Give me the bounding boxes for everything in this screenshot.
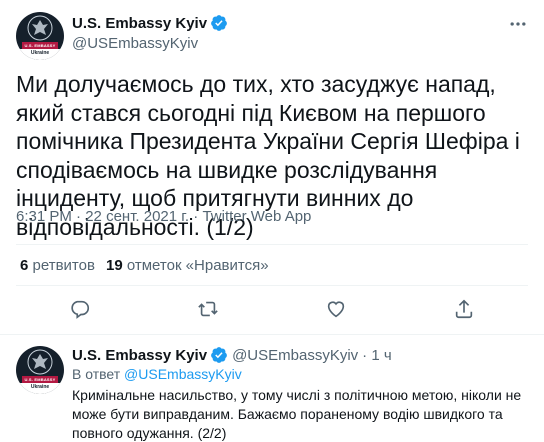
reply-author-handle[interactable]: @USEmbassyKyiv bbox=[232, 347, 358, 364]
reply-author-display-name[interactable]: U.S. Embassy Kyiv bbox=[72, 347, 207, 364]
tweet-meta: 6:31 PM · 22 сент. 2021 г. · Twitter Web… bbox=[16, 208, 311, 225]
meta-separator: · bbox=[189, 208, 203, 225]
retweets-stat[interactable]: 6 ретвитов bbox=[20, 257, 95, 274]
reply-tweet[interactable]: U.S. EMBASSY Ukraine U.S. Embassy Kyiv @… bbox=[0, 336, 544, 442]
reply-button[interactable] bbox=[63, 292, 97, 326]
more-options-button[interactable] bbox=[506, 12, 530, 36]
avatar-name-band: U.S. EMBASSY bbox=[22, 376, 58, 383]
main-tweet: U.S. EMBASSY Ukraine U.S. Embassy Kyiv @… bbox=[0, 0, 544, 335]
likes-count: 19 bbox=[106, 257, 123, 274]
like-button[interactable] bbox=[319, 292, 353, 326]
author-display-name[interactable]: U.S. Embassy Kyiv bbox=[72, 15, 207, 32]
in-reply-to: В ответ @USEmbassyKyiv bbox=[72, 366, 242, 382]
reply-icon bbox=[71, 300, 90, 319]
reply-author-avatar[interactable]: U.S. EMBASSY Ukraine bbox=[16, 346, 64, 394]
in-reply-prefix: В ответ bbox=[72, 366, 121, 382]
author-avatar[interactable]: U.S. EMBASSY Ukraine bbox=[16, 12, 64, 60]
verified-badge-icon bbox=[211, 15, 227, 31]
retweet-icon bbox=[198, 301, 218, 317]
avatar-name-band: U.S. EMBASSY bbox=[22, 42, 58, 49]
avatar-country-label: Ukraine bbox=[16, 49, 64, 60]
likes-label: отметок «Нравится» bbox=[126, 257, 269, 274]
reply-time-ago[interactable]: · 1 ч bbox=[362, 347, 392, 364]
in-reply-mention-link[interactable]: @USEmbassyKyiv bbox=[124, 366, 242, 382]
reply-text: Кримінальне насильство, у тому числі з п… bbox=[72, 387, 522, 441]
retweets-count: 6 bbox=[20, 257, 29, 274]
meta-separator: · bbox=[71, 208, 86, 225]
author-info: U.S. Embassy Kyiv @USEmbassyKyiv bbox=[72, 13, 228, 52]
more-options-icon bbox=[510, 22, 526, 26]
divider bbox=[16, 285, 528, 286]
embassy-seal-icon bbox=[27, 15, 53, 41]
likes-stat[interactable]: 19 отметок «Нравится» bbox=[106, 257, 269, 274]
share-icon bbox=[455, 299, 473, 319]
retweets-label: ретвитов bbox=[32, 257, 95, 274]
share-button[interactable] bbox=[447, 292, 481, 326]
display-name-row: U.S. Embassy Kyiv bbox=[72, 13, 228, 33]
avatar-country-label: Ukraine bbox=[16, 383, 64, 394]
tweet-date[interactable]: 22 сент. 2021 г. bbox=[85, 208, 189, 225]
tweet-time[interactable]: 6:31 PM bbox=[16, 208, 72, 225]
like-icon bbox=[327, 301, 345, 318]
author-handle[interactable]: @USEmbassyKyiv bbox=[72, 35, 228, 52]
verified-badge-icon bbox=[211, 347, 227, 363]
retweet-button[interactable] bbox=[191, 292, 225, 326]
tweet-source[interactable]: Twitter Web App bbox=[202, 208, 311, 225]
divider bbox=[16, 244, 528, 245]
reply-header: U.S. Embassy Kyiv @USEmbassyKyiv · 1 ч bbox=[72, 346, 392, 364]
embassy-seal-icon bbox=[27, 349, 53, 375]
tweet-actions bbox=[16, 292, 528, 326]
